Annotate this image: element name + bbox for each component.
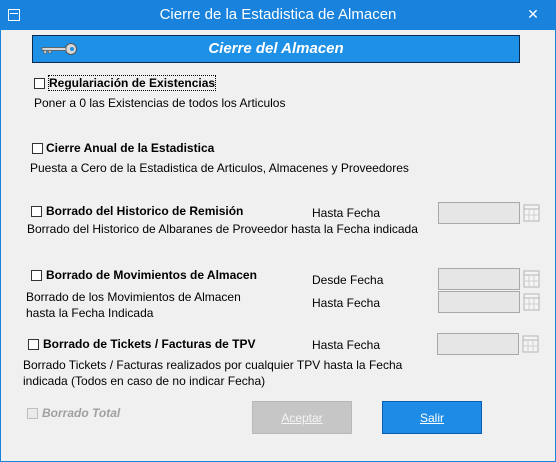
calendar-icon[interactable]	[523, 269, 541, 289]
cierre-anual-checkbox[interactable]	[32, 143, 43, 154]
calendar-icon[interactable]	[522, 334, 540, 354]
borrado-movimientos-checkbox[interactable]	[31, 270, 42, 281]
calendar-icon[interactable]	[523, 203, 541, 223]
accept-button: Aceptar	[252, 401, 352, 434]
close-icon[interactable]: ✕	[510, 0, 556, 30]
borrado-movimientos-label[interactable]: Borrado de Movimientos de Almacen	[46, 268, 257, 282]
regularizacion-label[interactable]: Regulariación de Existencias	[47, 75, 217, 91]
header-panel: Cierre del Almacen	[32, 35, 520, 63]
movimientos-desde-fecha-label: Desde Fecha	[312, 273, 384, 287]
cierre-anual-description: Puesta a Cero de la Estadistica de Artic…	[30, 161, 409, 175]
tickets-hasta-fecha-label: Hasta Fecha	[312, 338, 381, 352]
borrado-tickets-checkbox[interactable]	[28, 339, 39, 350]
regularizacion-checkbox[interactable]	[34, 78, 45, 89]
historico-hasta-fecha-input[interactable]	[438, 202, 520, 224]
borrado-historico-description: Borrado del Historico de Albaranes de Pr…	[27, 222, 418, 236]
borrado-movimientos-description-2: hasta la Fecha Indicada	[26, 306, 154, 320]
exit-button-label: Salir	[419, 411, 444, 425]
accept-button-label: Aceptar	[281, 411, 323, 425]
window-frame	[0, 30, 556, 462]
header-title: Cierre del Almacen	[208, 40, 344, 57]
borrado-historico-label[interactable]: Borrado del Historico de Remisión	[46, 204, 243, 218]
borrado-tickets-description-1: Borrado Tickets / Facturas realizados po…	[23, 358, 403, 372]
borrado-movimientos-description-1: Borrado de los Movimientos de Almacen	[26, 290, 241, 304]
borrado-tickets-label[interactable]: Borrado de Tickets / Facturas de TPV	[43, 337, 256, 351]
movimientos-desde-fecha-input[interactable]	[438, 268, 520, 290]
movimientos-hasta-fecha-label: Hasta Fecha	[312, 296, 381, 310]
borrado-total-checkbox	[27, 408, 38, 419]
borrado-total-label: Borrado Total	[42, 406, 121, 420]
exit-button[interactable]: Salir	[382, 401, 482, 434]
calendar-icon[interactable]	[523, 292, 541, 312]
cierre-anual-label[interactable]: Cierre Anual de la Estadistica	[46, 141, 214, 155]
movimientos-hasta-fecha-input[interactable]	[438, 291, 520, 313]
historico-hasta-fecha-label: Hasta Fecha	[312, 206, 381, 220]
window-title: Cierre de la Estadistica de Almacen	[159, 6, 397, 23]
borrado-historico-checkbox[interactable]	[31, 206, 42, 217]
regularizacion-description: Poner a 0 las Existencias de todos los A…	[34, 96, 286, 110]
borrado-tickets-description-2: indicada (Todos en caso de no indicar Fe…	[23, 374, 266, 388]
title-bar: Cierre de la Estadistica de Almacen ✕	[0, 0, 556, 30]
tickets-hasta-fecha-input[interactable]	[437, 333, 519, 355]
